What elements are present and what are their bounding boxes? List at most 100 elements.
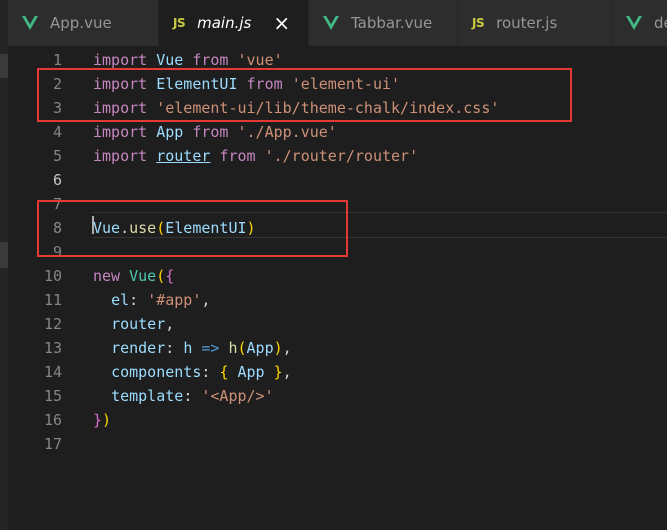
line-number: 1 [52,51,62,69]
code-token: import [93,51,148,69]
tab-label: App.vue [50,14,112,32]
code-line[interactable]: 4 import App from './App.vue' [8,120,667,144]
line-number: 13 [43,339,62,357]
tab-label: router.js [496,14,558,32]
code-token: h [183,339,193,357]
vue-icon [22,16,38,30]
code-token: , [282,363,292,381]
code-line[interactable]: 11 el: '#app', [8,288,667,312]
activity-strip [0,0,8,530]
code-token: from [219,147,256,165]
tab-tabbar-vue[interactable]: Tabbar.vue [309,0,458,46]
code-token: : [129,291,148,309]
line-number: 5 [52,147,62,165]
line-number: 15 [43,387,62,405]
strip-marker [0,242,8,268]
line-number: 12 [43,315,62,333]
code-token: } [273,363,283,381]
code-token: h [228,339,238,357]
code-token: Vue [129,267,157,285]
code-token: './App.vue' [237,123,337,141]
close-icon[interactable]: × [273,13,290,33]
code-token: => [201,339,220,357]
tab-app-vue[interactable]: App.vue [8,0,159,46]
code-token: render [111,339,166,357]
code-token: App [246,339,274,357]
code-text: el: '#app', [93,291,210,309]
line-number: 4 [52,123,62,141]
line-number: 14 [43,363,62,381]
code-token: : [183,387,202,405]
tab-router-js[interactable]: JS router.js [458,0,612,46]
editor-tab-bar: App.vue JS main.js × Tabbar.vue JS route… [8,0,667,46]
code-token: } [93,411,103,429]
code-token: template [111,387,184,405]
code-text: new Vue({ [93,267,174,285]
code-token: ( [156,267,166,285]
code-text: template: '<App/>' [93,387,274,405]
code-text: components: { App }, [93,363,292,381]
code-token: ) [102,411,112,429]
code-token: , [165,315,175,333]
code-token: : [201,363,220,381]
highlight-box-imports [37,68,572,122]
tab-label: main.js [197,14,252,32]
code-token: 'vue' [237,51,283,69]
code-line[interactable]: 14 components: { App }, [8,360,667,384]
js-icon: JS [173,16,186,30]
line-number: 10 [43,267,62,285]
code-token: { [165,267,175,285]
code-text: router, [93,315,174,333]
code-token: : [165,339,184,357]
code-token: Vue [156,51,184,69]
code-line[interactable]: 13 render: h => h(App), [8,336,667,360]
code-token: '#app' [147,291,202,309]
code-line[interactable]: 17 [8,432,667,456]
highlight-box-vue-use [37,200,348,257]
code-text: import App from './App.vue' [93,123,337,141]
code-token: new [93,267,121,285]
code-token: ) [273,339,283,357]
code-token: from [192,123,229,141]
code-token: router [156,147,211,165]
tab-label: Tabbar.vue [351,14,433,32]
code-token: el [111,291,130,309]
line-number: 17 [43,435,62,453]
code-token: import [93,123,148,141]
code-token: ( [237,339,247,357]
code-line[interactable]: 5 import router from './router/router' [8,144,667,168]
code-line[interactable]: 12 router, [8,312,667,336]
strip-marker [0,54,8,78]
code-token: components [111,363,202,381]
code-token: './router/router' [264,147,419,165]
code-token: import [93,147,148,165]
code-line[interactable]: 6 [8,168,667,192]
line-number: 6 [52,171,62,189]
code-line[interactable]: 10 new Vue({ [8,264,667,288]
code-text: }) [93,411,111,429]
tab-label: de [654,14,667,32]
vue-icon [626,16,642,30]
code-token: , [282,339,292,357]
code-line[interactable]: 16}) [8,408,667,432]
code-line[interactable]: 15 template: '<App/>' [8,384,667,408]
code-token: '<App/>' [201,387,274,405]
code-text: import router from './router/router' [93,147,418,165]
tab-main-js[interactable]: JS main.js × [159,0,309,46]
tab-partial[interactable]: de [612,0,667,46]
